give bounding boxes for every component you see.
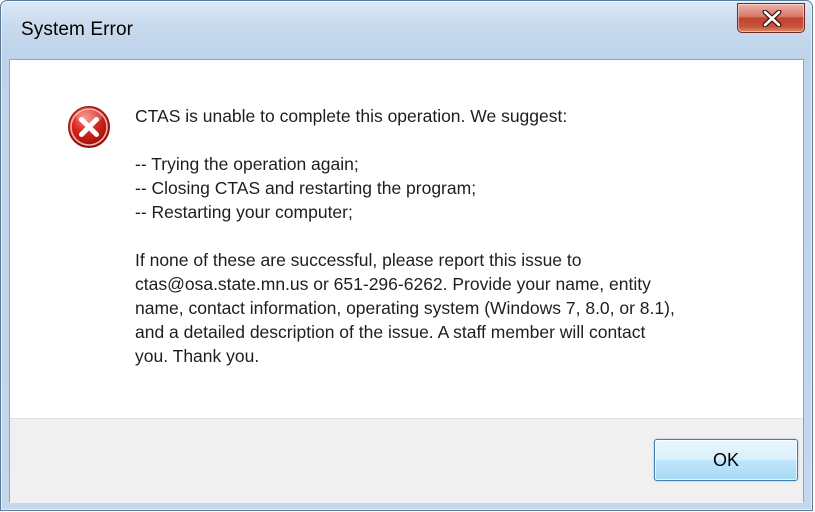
message-area: CTAS is unable to complete this operatio… xyxy=(10,60,803,418)
error-icon xyxy=(68,106,110,148)
dialog-window: System Error CTAS is unable to complete … xyxy=(0,0,813,511)
message-suggestions: -- Trying the operation again; -- Closin… xyxy=(135,154,477,222)
ok-button[interactable]: OK xyxy=(654,439,798,481)
message-contact: If none of these are successful, please … xyxy=(135,250,675,366)
close-button[interactable] xyxy=(737,3,805,33)
dialog-body: CTAS is unable to complete this operatio… xyxy=(9,59,804,503)
message-intro: CTAS is unable to complete this operatio… xyxy=(135,106,568,126)
window-title: System Error xyxy=(21,19,134,40)
title-bar[interactable]: System Error xyxy=(1,1,812,57)
error-message: CTAS is unable to complete this operatio… xyxy=(135,104,785,368)
close-icon xyxy=(762,10,782,27)
